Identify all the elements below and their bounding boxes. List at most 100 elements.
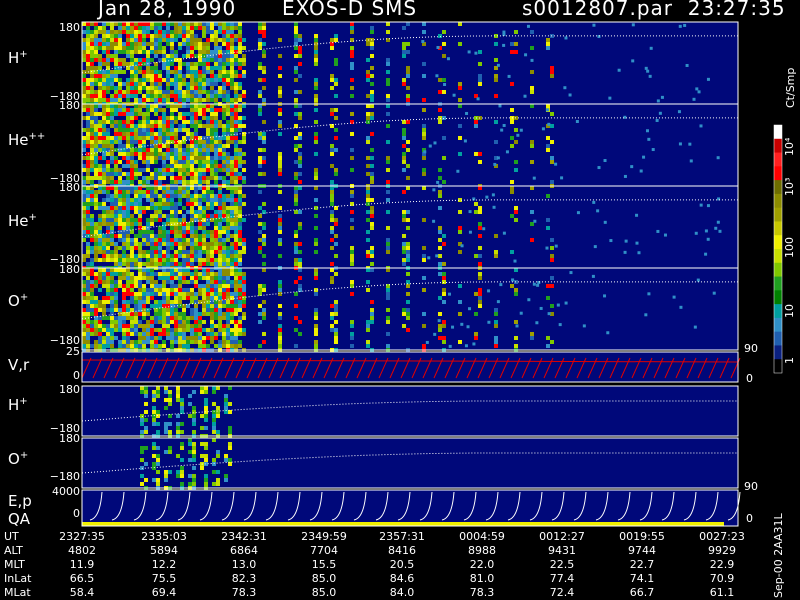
spectrogram-cell bbox=[110, 22, 114, 26]
spectrogram-cell bbox=[90, 160, 94, 164]
spectrogram-cell bbox=[210, 66, 214, 70]
spectrogram-cell bbox=[218, 254, 222, 258]
spectrogram-cell bbox=[82, 214, 86, 218]
spectrogram-cell bbox=[154, 38, 158, 42]
spectrogram-cell bbox=[190, 222, 194, 226]
spectrogram-cell bbox=[386, 246, 390, 250]
spectrogram-cell bbox=[166, 280, 170, 284]
spectrogram-cell bbox=[166, 74, 170, 78]
spectrogram-cell bbox=[150, 98, 154, 102]
spectrogram-cell bbox=[142, 210, 146, 214]
spectrogram-cell bbox=[182, 268, 186, 272]
spectrogram-cell bbox=[110, 296, 114, 300]
spectrogram-cell bbox=[242, 132, 246, 136]
spectrogram-cell bbox=[330, 108, 334, 112]
spectrogram-cell bbox=[98, 186, 102, 190]
spectrogram-cell bbox=[210, 198, 214, 202]
spectrogram-cell bbox=[158, 94, 162, 98]
spectrogram-cell-lower bbox=[176, 414, 180, 418]
spectrogram-cell bbox=[202, 312, 206, 316]
spectrogram-cell bbox=[190, 108, 194, 112]
spectrogram-cell bbox=[226, 62, 230, 66]
speckle bbox=[524, 53, 528, 57]
spectrogram-cell bbox=[226, 222, 230, 226]
spectrogram-cell bbox=[118, 152, 122, 156]
spectrogram-cell bbox=[186, 262, 190, 266]
spectrogram-cell bbox=[186, 324, 190, 328]
spectrogram-cell bbox=[178, 30, 182, 34]
speckle bbox=[655, 118, 659, 122]
spectrogram-cell bbox=[230, 112, 234, 116]
spectrogram-cell bbox=[150, 58, 154, 62]
spectrogram-cell bbox=[210, 238, 214, 242]
spectrogram-cell bbox=[402, 308, 406, 312]
spectrogram-cell bbox=[114, 30, 118, 34]
spectrogram-cell bbox=[166, 254, 170, 258]
spectrogram-cell bbox=[366, 140, 370, 144]
spectrogram-cell bbox=[258, 94, 262, 98]
spectrogram-cell bbox=[350, 210, 354, 214]
spectrogram-cell-lower bbox=[212, 482, 216, 486]
spectrogram-cell bbox=[198, 42, 202, 46]
spectrogram-cell bbox=[106, 82, 110, 86]
spectrogram-cell bbox=[170, 104, 174, 108]
spectrogram-cell bbox=[370, 176, 374, 180]
spectrogram-cell bbox=[106, 128, 110, 132]
spectrogram-cell bbox=[118, 120, 122, 124]
spectrogram-cell bbox=[278, 324, 282, 328]
spectrogram-cell bbox=[142, 148, 146, 152]
spectrogram-cell bbox=[174, 242, 178, 246]
spectrogram-cell bbox=[138, 26, 142, 30]
spectrogram-cell bbox=[202, 42, 206, 46]
spectrogram-cell-lower bbox=[212, 418, 216, 422]
spectrogram-cell bbox=[138, 148, 142, 152]
spectrogram-cell-lower bbox=[224, 478, 228, 482]
spectrogram-cell bbox=[194, 136, 198, 140]
spectrogram-cell bbox=[162, 50, 166, 54]
spectrogram-cell bbox=[202, 86, 206, 90]
spectrogram-cell bbox=[106, 288, 110, 292]
spectrogram-cell bbox=[86, 340, 90, 344]
spectrogram-cell bbox=[258, 312, 262, 316]
spectrogram-cell bbox=[182, 26, 186, 30]
spectrogram-cell bbox=[150, 296, 154, 300]
spectrogram-cell bbox=[182, 90, 186, 94]
spectrogram-cell-lower bbox=[228, 430, 232, 434]
spectrogram-cell bbox=[174, 254, 178, 258]
spectrogram-cell bbox=[170, 312, 174, 316]
spectrogram-cell bbox=[98, 218, 102, 222]
spectrogram-cell bbox=[186, 82, 190, 86]
colorbar-segment bbox=[774, 262, 782, 278]
spectrogram-cell bbox=[126, 300, 130, 304]
spectrogram-cell bbox=[370, 90, 374, 94]
spectrogram-cell bbox=[210, 340, 214, 344]
spectrogram-cell bbox=[174, 226, 178, 230]
spectrogram-cell bbox=[210, 144, 214, 148]
spectrogram-cell bbox=[442, 90, 446, 94]
spectrogram-cell bbox=[98, 112, 102, 116]
spectrogram-cell bbox=[102, 324, 106, 328]
spectrogram-cell bbox=[130, 30, 134, 34]
spectrogram-cell bbox=[226, 304, 230, 308]
spectrogram-cell bbox=[118, 86, 122, 90]
spectrogram-cell-lower bbox=[140, 422, 144, 426]
spectrogram-cell bbox=[130, 238, 134, 242]
spectrogram-cell bbox=[182, 292, 186, 296]
spectrogram-cell bbox=[214, 34, 218, 38]
spectrogram-cell bbox=[134, 70, 138, 74]
spectrogram-cell bbox=[170, 210, 174, 214]
spectrogram-cell bbox=[214, 62, 218, 66]
spectrogram-cell bbox=[86, 50, 90, 54]
spectrogram-cell bbox=[126, 22, 130, 26]
spectrogram-cell bbox=[226, 218, 230, 222]
spectrogram-cell bbox=[138, 280, 142, 284]
spectrogram-cell bbox=[170, 82, 174, 86]
spectrogram-cell-lower bbox=[180, 402, 184, 406]
spectrogram-cell-lower bbox=[192, 410, 196, 414]
spectrogram-cell bbox=[402, 136, 406, 140]
speckle bbox=[699, 203, 703, 207]
spectrogram-cell bbox=[130, 140, 134, 144]
spectrogram-cell bbox=[154, 292, 158, 296]
spectrogram-cell bbox=[438, 120, 442, 124]
spectrogram-cell bbox=[126, 46, 130, 50]
